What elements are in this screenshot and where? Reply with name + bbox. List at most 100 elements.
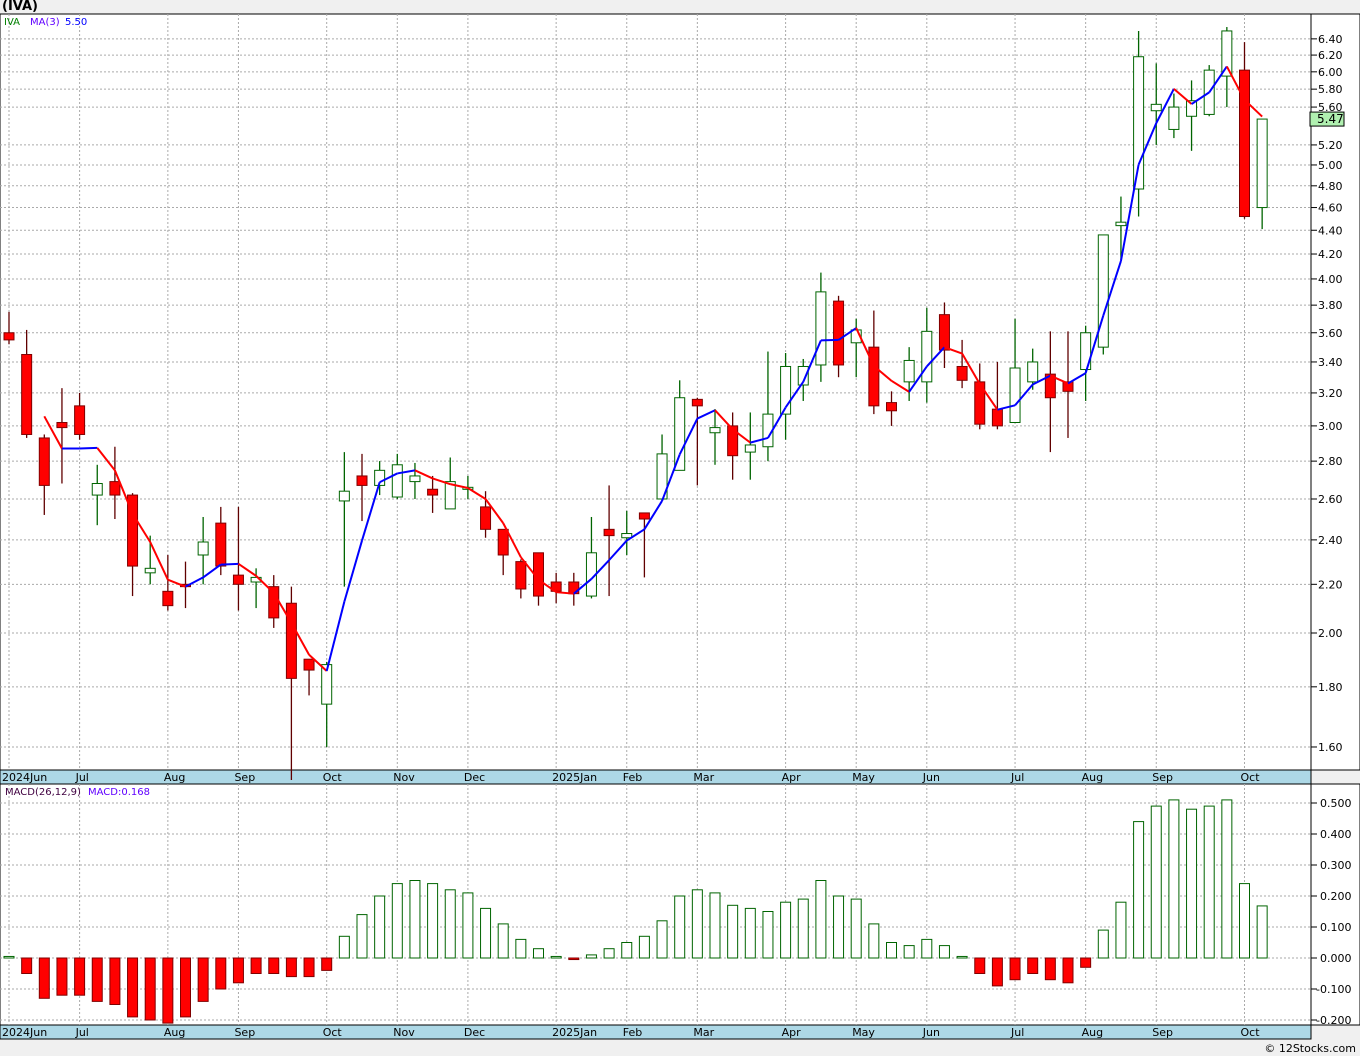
candle-body — [391, 464, 403, 498]
candle-body — [497, 528, 509, 556]
macd-bar-17 — [303, 957, 315, 978]
price-date-label: Jul — [1010, 771, 1024, 784]
macd-bar-30 — [533, 948, 544, 959]
macd-date-label: Aug — [164, 1026, 185, 1039]
macd-bar-1 — [21, 957, 33, 974]
macd-bar-36 — [638, 935, 650, 959]
price-tick-label: 4.60 — [1318, 202, 1343, 215]
candle-body — [833, 300, 845, 366]
macd-bar-42 — [744, 907, 756, 959]
macd-bar-34 — [603, 948, 615, 959]
price-tick-label: 3.60 — [1318, 327, 1343, 340]
macd-bar-10 — [180, 957, 191, 1018]
candle-body — [1256, 118, 1268, 209]
price-tick-label: 6.40 — [1318, 33, 1343, 46]
macd-bar-46 — [815, 880, 827, 959]
macd-bar-6 — [109, 957, 121, 1005]
legend-symbol: IVA — [4, 17, 20, 28]
macd-bar-68 — [1203, 805, 1215, 959]
price-date-label: Feb — [623, 771, 642, 784]
macd-bar-5 — [91, 957, 103, 1002]
candle-body — [197, 541, 209, 556]
macd-date-label: Nov — [393, 1026, 415, 1039]
macd-tick-label: 0.500 — [1320, 797, 1352, 810]
macd-bar-62 — [1097, 929, 1109, 959]
macd-date-label: Oct — [323, 1026, 343, 1039]
last-price-label: 5.47 — [1317, 112, 1344, 126]
price-date-label: Sep — [1152, 771, 1173, 784]
macd-bar-23 — [409, 880, 421, 959]
price-date-band — [0, 769, 1312, 785]
macd-bar-35 — [621, 942, 633, 959]
legend-ma-value: 5.50 — [65, 17, 87, 28]
candle-body — [815, 291, 827, 366]
candle-body — [56, 421, 68, 429]
candle-body — [921, 330, 933, 383]
stock-chart[interactable]: 2024Jun Jul Aug Sep Oct Nov Dec 2025Jan Feb Mar Ap… — [0, 0, 1360, 1056]
candle-body — [991, 408, 1003, 427]
macd-bar-31 — [550, 955, 562, 959]
candle-body — [621, 533, 633, 539]
price-date-label: Jun — [922, 771, 940, 784]
price-tick-label: 5.80 — [1318, 83, 1343, 96]
macd-bar-51 — [903, 945, 915, 959]
price-date-label: Sep — [234, 771, 255, 784]
candle-body — [674, 397, 686, 471]
candle-body — [638, 512, 650, 520]
price-tick-label: 2.00 — [1318, 627, 1343, 640]
macd-bar-15 — [268, 957, 280, 974]
macd-bar-18 — [321, 957, 333, 971]
candle-body — [338, 490, 350, 502]
macd-bar-26 — [462, 892, 474, 959]
macd-bar-8 — [144, 957, 156, 1021]
macd-bar-14 — [250, 957, 262, 974]
macd-date-label: Apr — [782, 1026, 802, 1039]
macd-bar-56 — [991, 957, 1003, 987]
macd-date-label: Dec — [464, 1026, 485, 1039]
candle-body — [285, 602, 297, 679]
macd-bar-9 — [162, 957, 174, 1024]
macd-date-label: Jul — [75, 1026, 89, 1039]
macd-bar-69 — [1221, 799, 1233, 959]
price-tick-label: 2.80 — [1318, 455, 1343, 468]
macd-tick-label: 0.200 — [1320, 890, 1352, 903]
price-date-label: Oct — [1241, 771, 1261, 784]
legend-macd-value: MACD:0.168 — [88, 787, 150, 798]
candle-body — [303, 658, 315, 671]
macd-bar-12 — [215, 957, 227, 990]
macd-bar-52 — [921, 938, 933, 959]
ma-segment — [220, 562, 239, 566]
macd-bar-61 — [1080, 957, 1092, 968]
macd-bar-63 — [1115, 901, 1127, 959]
candle-body — [409, 475, 421, 483]
macd-bar-16 — [285, 957, 297, 978]
macd-bar-19 — [338, 935, 350, 959]
price-date-label: Oct — [323, 771, 343, 784]
macd-bar-40 — [709, 892, 721, 959]
macd-tick-label: -0.100 — [1316, 983, 1351, 996]
macd-bar-4 — [74, 957, 86, 996]
candle-62 — [1097, 234, 1109, 355]
price-tick-label: 5.00 — [1318, 159, 1343, 172]
price-tick-label: 5.20 — [1318, 139, 1343, 152]
price-tick-label: 3.00 — [1318, 420, 1343, 433]
macd-bar-50 — [886, 942, 897, 959]
candle-body — [1009, 367, 1021, 423]
price-date-label: Nov — [393, 771, 415, 784]
price-tick-label: 4.20 — [1318, 248, 1343, 261]
macd-bar-21 — [374, 895, 386, 959]
macd-date-band — [0, 1024, 1312, 1040]
candle-body — [38, 437, 50, 486]
macd-bar-58 — [1027, 957, 1039, 974]
ma-segment — [79, 446, 98, 450]
candle-body — [480, 506, 492, 530]
macd-date-label: Oct — [1241, 1026, 1261, 1039]
macd-bar-55 — [974, 957, 986, 974]
macd-bar-2 — [38, 957, 50, 999]
macd-bar-20 — [356, 914, 368, 959]
price-tick-label: 1.60 — [1318, 741, 1343, 754]
candle-body — [515, 561, 527, 590]
macd-bar-0 — [3, 955, 15, 959]
macd-bar-11 — [197, 957, 209, 1002]
price-tick-label: 3.40 — [1318, 356, 1343, 369]
